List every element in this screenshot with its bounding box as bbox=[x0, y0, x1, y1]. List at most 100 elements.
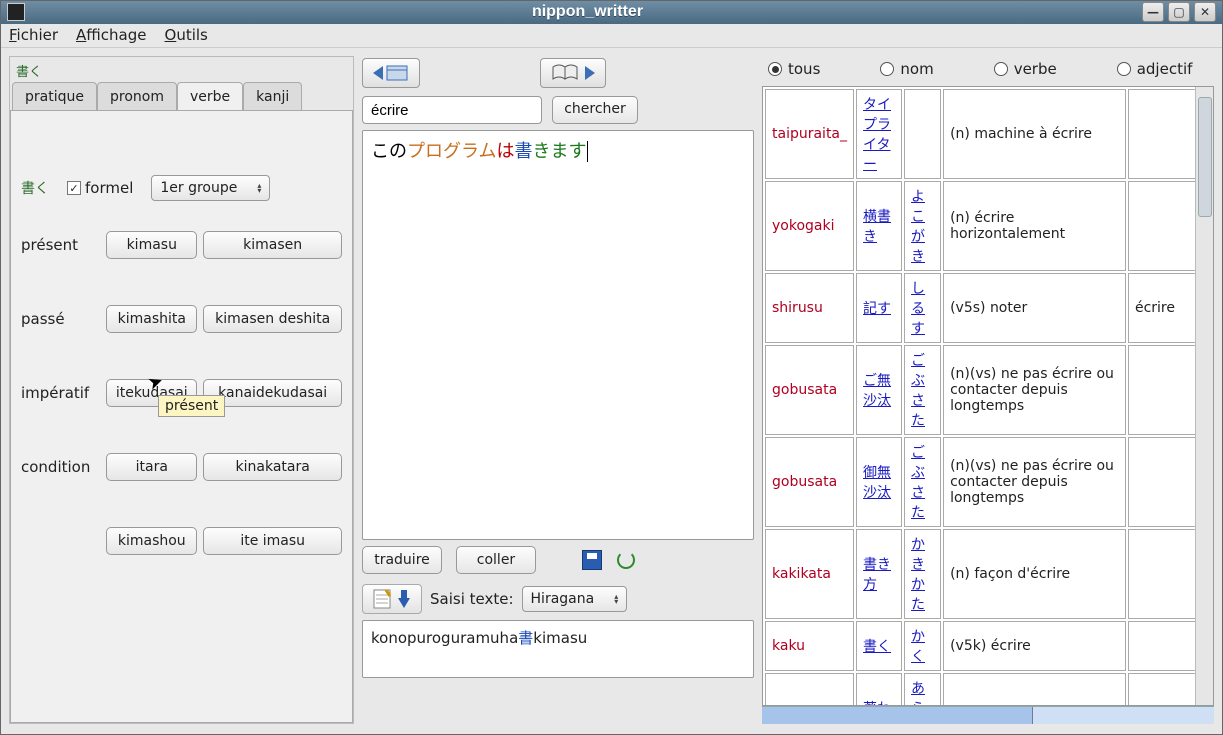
table-row[interactable]: arawasu著わすあらわす(v5s) écrirecomposer bbox=[765, 673, 1211, 706]
table-row[interactable]: kakikata書き方かきかた(n) façon d'écrire bbox=[765, 529, 1211, 619]
label-condition: condition bbox=[21, 458, 100, 476]
radio-icon bbox=[768, 62, 782, 76]
table-row[interactable]: shirusu記すしるす(v5s) noterécrire bbox=[765, 273, 1211, 343]
cell-definition: (n) écrire horizontalement bbox=[943, 181, 1126, 271]
menubar: Fichier Affichage Outils bbox=[1, 24, 1222, 48]
tab-pratique[interactable]: pratique bbox=[12, 82, 97, 111]
kanji-link[interactable]: 横書き bbox=[863, 209, 891, 245]
editor-seg4: 書 bbox=[514, 141, 532, 162]
cond-pos-button[interactable]: itara bbox=[106, 453, 197, 481]
formel-checkbox[interactable]: ✓ formel bbox=[67, 179, 133, 197]
cell-romaji: arawasu bbox=[765, 673, 854, 706]
cell-kana: ごぶさた bbox=[904, 345, 941, 435]
menu-affichage[interactable]: Affichage bbox=[76, 26, 146, 44]
table-row[interactable]: gobusataご無沙汰ごぶさた(n)(vs) ne pas écrire ou… bbox=[765, 345, 1211, 435]
label-passe: passé bbox=[21, 310, 100, 328]
extra-neg-button[interactable]: ite imasu bbox=[203, 527, 342, 555]
maximize-button[interactable]: ▢ bbox=[1168, 2, 1190, 22]
kana-link[interactable]: あらわす bbox=[911, 681, 925, 706]
formel-label: formel bbox=[85, 179, 133, 197]
edit-mode-button[interactable] bbox=[362, 584, 422, 614]
kanji-link[interactable]: 書き方 bbox=[863, 557, 891, 593]
nav-next-button[interactable] bbox=[540, 58, 606, 88]
kana-link[interactable]: ごぶさた bbox=[911, 353, 925, 429]
close-button[interactable]: ✕ bbox=[1194, 2, 1216, 22]
extra-pos-button[interactable]: kimashou bbox=[106, 527, 197, 555]
group-select[interactable]: 1er groupe ▴▾ bbox=[151, 175, 270, 201]
cell-kana: ごぶさた bbox=[904, 437, 941, 527]
editor-seg3: は bbox=[496, 141, 514, 162]
cell-kana bbox=[904, 89, 941, 179]
radio-icon bbox=[1117, 62, 1131, 76]
romaji-output: konopuroguramuha書kimasu bbox=[362, 620, 754, 678]
passe-neg-button[interactable]: kimasen deshita bbox=[203, 305, 342, 333]
kanji-link[interactable]: タイプライター bbox=[863, 97, 891, 173]
search-button[interactable]: chercher bbox=[552, 96, 638, 124]
kanji-link[interactable]: ご無沙汰 bbox=[863, 373, 891, 409]
cell-kanji: 著わす bbox=[856, 673, 902, 706]
titlebar: nippon_writter — ▢ ✕ bbox=[1, 1, 1222, 24]
nav-prev-button[interactable] bbox=[362, 58, 420, 88]
dictionary-table-wrap[interactable]: taipuraita_タイプライター(n) machine à écrireyo… bbox=[762, 86, 1214, 706]
minimize-button[interactable]: — bbox=[1142, 2, 1164, 22]
menu-fichier[interactable]: Fichier bbox=[9, 26, 58, 44]
vertical-scrollbar[interactable] bbox=[1195, 87, 1213, 705]
tab-pronom[interactable]: pronom bbox=[97, 82, 177, 111]
center-panel: chercher このプログラムは書きます traduire coller Sa… bbox=[362, 56, 754, 724]
kana-link[interactable]: かきかた bbox=[911, 537, 925, 613]
radio-adjectif[interactable]: adjectif bbox=[1117, 60, 1193, 78]
tab-verbe[interactable]: verbe bbox=[177, 82, 243, 111]
radio-tous[interactable]: tous bbox=[768, 60, 820, 78]
cell-romaji: gobusata bbox=[765, 345, 854, 435]
cell-romaji: kakikata bbox=[765, 529, 854, 619]
cell-romaji: shirusu bbox=[765, 273, 854, 343]
kanji-link[interactable]: 書く bbox=[863, 639, 891, 655]
menu-outils[interactable]: Outils bbox=[165, 26, 208, 44]
refresh-icon[interactable] bbox=[616, 550, 636, 570]
search-input[interactable] bbox=[362, 96, 542, 124]
present-neg-button[interactable]: kimasen bbox=[203, 231, 342, 259]
table-row[interactable]: taipuraita_タイプライター(n) machine à écrire bbox=[765, 89, 1211, 179]
romaji-pre: konopuroguramuha bbox=[371, 629, 518, 647]
kana-link[interactable]: よこがき bbox=[911, 189, 925, 265]
horizontal-scrollbar[interactable] bbox=[762, 706, 1214, 724]
input-mode-value: Hiragana bbox=[531, 591, 595, 607]
tab-kanji[interactable]: kanji bbox=[243, 82, 302, 111]
romaji-post: kimasu bbox=[533, 629, 587, 647]
passe-pos-button[interactable]: kimashita bbox=[106, 305, 197, 333]
cell-kanji: 記す bbox=[856, 273, 902, 343]
left-panel: 書く pratique pronom verbe kanji 書く ✓ form… bbox=[9, 56, 354, 724]
cell-romaji: yokogaki bbox=[765, 181, 854, 271]
editor-textarea[interactable]: このプログラムは書きます bbox=[362, 130, 754, 540]
radio-nom[interactable]: nom bbox=[880, 60, 933, 78]
coller-button[interactable]: coller bbox=[456, 546, 536, 574]
kana-link[interactable]: ごぶさた bbox=[911, 445, 925, 521]
saisi-label: Saisi texte: bbox=[430, 590, 514, 608]
traduire-button[interactable]: traduire bbox=[362, 546, 442, 574]
input-mode-select[interactable]: Hiragana ▴▾ bbox=[522, 586, 628, 612]
save-icon[interactable] bbox=[582, 550, 602, 570]
cell-definition: (v5k) écrire bbox=[943, 621, 1126, 671]
cond-neg-button[interactable]: kinakatara bbox=[203, 453, 342, 481]
radio-verbe[interactable]: verbe bbox=[994, 60, 1057, 78]
table-row[interactable]: gobusata御無沙汰ごぶさた(n)(vs) ne pas écrire ou… bbox=[765, 437, 1211, 527]
updown-icon: ▴▾ bbox=[257, 183, 261, 193]
table-row[interactable]: kaku書くかく(v5k) écrire bbox=[765, 621, 1211, 671]
notepad-icon bbox=[372, 588, 394, 610]
kanji-link[interactable]: 御無沙汰 bbox=[863, 465, 891, 501]
present-pos-button[interactable]: kimasu bbox=[106, 231, 197, 259]
cell-definition: (v5s) écrire bbox=[943, 673, 1126, 706]
kana-link[interactable]: かく bbox=[911, 629, 925, 665]
kanji-link[interactable]: 記す bbox=[863, 301, 891, 317]
arrow-left-calendar-icon bbox=[371, 63, 411, 83]
cell-kana: かく bbox=[904, 621, 941, 671]
radio-icon bbox=[880, 62, 894, 76]
cell-kana: よこがき bbox=[904, 181, 941, 271]
cell-kanji: 御無沙汰 bbox=[856, 437, 902, 527]
group-select-value: 1er groupe bbox=[160, 180, 237, 196]
label-imperatif: impératif bbox=[21, 384, 100, 402]
table-row[interactable]: yokogaki 横書き よこがき (n) écrire horizontalemen… bbox=[765, 181, 1211, 271]
window-title: nippon_writter bbox=[33, 3, 1142, 21]
kana-link[interactable]: しるす bbox=[911, 281, 925, 337]
cell-definition: (n)(vs) ne pas écrire ou contacter depui… bbox=[943, 437, 1126, 527]
